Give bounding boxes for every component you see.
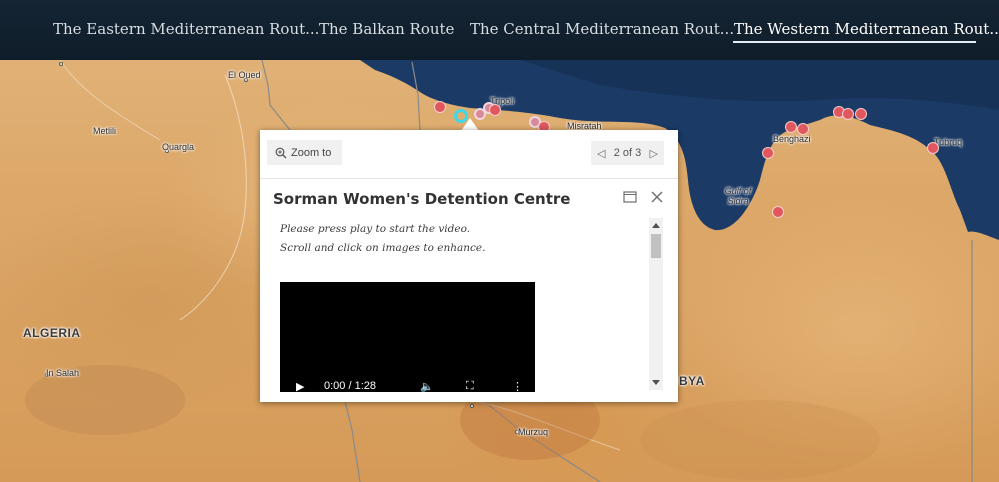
place-label-in-salah: In Salah [46, 368, 80, 378]
feature-pager: ◁ 2 of 3 ▷ [591, 141, 664, 165]
detention-marker[interactable] [785, 121, 797, 133]
detention-marker[interactable] [842, 108, 854, 120]
detention-marker[interactable] [434, 101, 446, 113]
previous-feature-icon[interactable]: ◁ [597, 147, 605, 160]
play-icon[interactable]: ▶ [296, 380, 304, 392]
scroll-thumb[interactable] [651, 234, 661, 258]
tab-western-mediterranean[interactable]: The Western Mediterranean Rout... [734, 20, 999, 38]
route-tabs-bar: The Eastern Mediterranean Rout... The Ba… [0, 0, 999, 60]
popup-intro: Please press play to start the video. Sc… [280, 220, 485, 258]
zoom-in-icon [275, 147, 287, 158]
place-label-ouargla: Ouargla [162, 142, 195, 152]
more-options-icon[interactable]: ⋮ [512, 380, 523, 392]
popup-scrollbar[interactable] [649, 218, 663, 390]
place-label-benghazi: Benghazi [773, 134, 811, 144]
video-player[interactable]: ▶ 0:00 / 1:28 🔈 ⛶ ⋮ [280, 282, 535, 392]
popup-header: Zoom to ◁ 2 of 3 ▷ [260, 130, 678, 178]
close-icon[interactable] [650, 190, 664, 207]
detention-marker[interactable] [797, 123, 809, 135]
feature-popup: Zoom to ◁ 2 of 3 ▷ Sorman Women's Detent… [260, 130, 678, 402]
tab-balkan[interactable]: The Balkan Route [319, 20, 454, 38]
zoom-to-button[interactable]: Zoom to [267, 140, 342, 165]
scroll-up-icon[interactable] [652, 223, 660, 228]
active-tab-indicator [733, 41, 976, 43]
detention-marker[interactable] [927, 142, 939, 154]
video-controls: ▶ 0:00 / 1:28 🔈 ⛶ ⋮ [280, 380, 535, 392]
tab-central-mediterranean[interactable]: The Central Mediterranean Rout... [470, 20, 734, 38]
zoom-to-label: Zoom to [291, 146, 332, 159]
place-label-el-oued: El Oued [228, 70, 261, 80]
place-label-metlili: Metlili [93, 126, 117, 136]
detention-marker[interactable] [489, 104, 501, 116]
city-dot [59, 62, 63, 66]
next-feature-icon[interactable]: ▷ [650, 147, 658, 160]
popup-divider [260, 178, 678, 179]
dock-icon[interactable] [623, 190, 637, 207]
volume-icon[interactable]: 🔈 [420, 380, 434, 392]
pager-text: 2 of 3 [613, 147, 642, 159]
tab-eastern-mediterranean[interactable]: The Eastern Mediterranean Rout... [53, 20, 319, 38]
detention-marker[interactable] [855, 108, 867, 120]
scroll-down-icon[interactable] [652, 380, 660, 385]
city-dot [470, 404, 474, 408]
place-label-murzuq: Murzuq [518, 427, 549, 437]
intro-line: Scroll and click on images to enhance. [280, 242, 486, 254]
popup-content[interactable]: Please press play to start the video. Sc… [260, 216, 678, 392]
fullscreen-icon[interactable]: ⛶ [466, 380, 474, 392]
place-label-gulf-of-sidra: Gulf of Sidra [724, 186, 752, 206]
road-1 [179, 74, 247, 321]
intro-line: Please press play to start the video. [280, 223, 471, 235]
video-time: 0:00 / 1:28 [324, 380, 376, 392]
detention-marker[interactable] [762, 147, 774, 159]
place-label-algeria: ALGERIA [23, 326, 81, 340]
detention-marker[interactable] [772, 206, 784, 218]
place-label-libya: BYA [679, 374, 705, 388]
terrain-dark-3 [640, 400, 880, 480]
popup-title: Sorman Women's Detention Centre [273, 190, 571, 208]
